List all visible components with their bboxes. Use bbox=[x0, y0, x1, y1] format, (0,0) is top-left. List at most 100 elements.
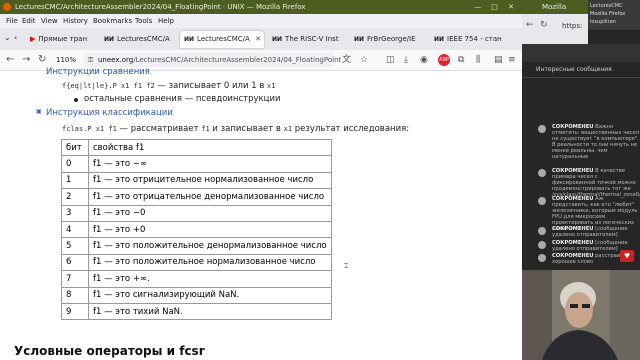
lock-icon: ⚿ bbox=[88, 56, 94, 64]
tab-riscv[interactable]: ИИ The RISC-V Inst bbox=[268, 31, 346, 48]
tab-lectures-1[interactable]: ИИ LecturesCMC/A bbox=[100, 31, 176, 48]
avatar bbox=[538, 227, 546, 235]
url-text: uneex.org/LecturesCMC/ArchitectureAssemb… bbox=[98, 56, 342, 64]
close-tab-icon[interactable]: ✕ bbox=[255, 31, 261, 48]
table-row: 0 f1 — это −∞ bbox=[61, 155, 332, 173]
table-cell: 8 bbox=[61, 286, 89, 304]
translate-icon[interactable]: 文 bbox=[342, 53, 351, 67]
table-cell: 4 bbox=[61, 220, 89, 239]
reload-icon[interactable]: ↻ bbox=[540, 20, 548, 30]
fclass-line: fclas.P x1 f1 — рассматривает f1 и запис… bbox=[62, 124, 410, 134]
avatar bbox=[538, 125, 546, 133]
chat-message: СОКРОМЕНЕU [сообщение удалено отправител… bbox=[522, 226, 640, 238]
extensions-icon[interactable]: ⧉ bbox=[458, 53, 464, 67]
table-cell: 7 bbox=[61, 270, 89, 288]
table-cell: 1 bbox=[61, 171, 89, 190]
table-cell: f1 — это положительное нормализованное ч… bbox=[88, 253, 332, 272]
list-icon: ▣ bbox=[36, 108, 42, 115]
bullet-dot bbox=[74, 98, 78, 102]
table-cell: 2 bbox=[61, 188, 89, 206]
firefox-icon bbox=[3, 3, 11, 11]
title-bar: LecturesCMC/ArchitectureAssembler2024/04… bbox=[0, 0, 522, 14]
downloads-icon[interactable]: ⤓ bbox=[404, 53, 408, 67]
fclass-table: бит свойства f1 0 f1 — это −∞ 1 f1 — это о… bbox=[61, 138, 332, 321]
table-cell: f1 — это тихий NaN. bbox=[88, 302, 332, 321]
menu-bar: File Edit View History Bookmarks Tools H… bbox=[0, 14, 522, 28]
table-cell: f1 — это сигнализирующий NaN. bbox=[88, 286, 332, 304]
heart-icon[interactable]: ♥ bbox=[620, 250, 634, 262]
side-url[interactable]: https: bbox=[562, 22, 582, 30]
window-title: LecturesCMC/ArchitectureAssembler2024/04… bbox=[15, 3, 306, 11]
compare-instructions-link[interactable]: Инструкции сравнения bbox=[46, 67, 150, 77]
side-nav-bar: ← ↻ https: bbox=[522, 14, 588, 44]
tab-label: LecturesCMC/A bbox=[117, 35, 170, 43]
tab-frbrgeorge[interactable]: ИИ FrBrGeorge/IE bbox=[350, 31, 426, 48]
reload-icon[interactable]: ↻ bbox=[38, 53, 46, 67]
tab-label: Прямые тран bbox=[38, 35, 88, 43]
table-cell: 9 bbox=[61, 302, 89, 321]
chat-header: Интересные сообщения bbox=[522, 62, 640, 78]
table-row: 6 f1 — это положительное нормализованное … bbox=[61, 253, 332, 272]
table-cell: 3 bbox=[61, 204, 89, 222]
wiki-icon: ИИ bbox=[184, 36, 195, 43]
tab-youtube[interactable]: ▶ Прямые тран bbox=[26, 31, 96, 48]
adblock-icon[interactable]: ABP bbox=[438, 54, 450, 66]
mouse-cursor-icon: ⌶ bbox=[344, 262, 349, 270]
table-cell: 6 bbox=[61, 253, 89, 272]
tab-ieee754[interactable]: ИИ IEEE 754 - стан bbox=[430, 31, 512, 48]
classify-instruction-link[interactable]: Инструкция классификации bbox=[46, 108, 173, 118]
menu-help[interactable]: Help bbox=[158, 14, 174, 28]
side-tab-preview[interactable]: LecturesCMC Mozilla Firefox losupiliran bbox=[588, 0, 640, 30]
table-cell: f1 — это отрицательное денормализованное… bbox=[88, 188, 332, 206]
chat-message: СОКРОМЕНЕU В качестве примера чисел с фи… bbox=[522, 168, 640, 198]
table-row: 7 f1 — это +∞. bbox=[61, 270, 332, 288]
menu-tools[interactable]: Tools bbox=[135, 14, 152, 28]
menu-bookmarks[interactable]: Bookmarks bbox=[93, 14, 132, 28]
table-row: 9 f1 — это тихий NaN. bbox=[61, 302, 332, 321]
chat-message: СОКРОМЕНЕU Важно отметить: вещественных … bbox=[522, 124, 640, 160]
back-icon[interactable]: ← bbox=[6, 53, 14, 67]
tab-scroll-left-icon[interactable]: ‹ bbox=[14, 33, 17, 42]
table-row: 5 f1 — это положительное денормализованно… bbox=[61, 237, 332, 255]
webcam-video bbox=[522, 270, 640, 360]
pocket-icon[interactable]: ◫ bbox=[386, 53, 395, 67]
table-cell: 5 bbox=[61, 237, 89, 255]
sidebar-icon[interactable]: ▤ bbox=[494, 53, 503, 67]
avatar bbox=[538, 169, 546, 177]
tab-label: FrBrGeorge/IE bbox=[367, 35, 416, 43]
tab-bar: ⌄ ‹ ▶ Прямые тран ИИ LecturesCMC/A ИИ Lectu… bbox=[0, 28, 522, 51]
table-cell: f1 — это положительное денормализованное… bbox=[88, 237, 332, 255]
table-header-cell: бит bbox=[61, 138, 89, 157]
wiki-icon: ИИ bbox=[272, 36, 283, 43]
forward-icon[interactable]: → bbox=[22, 53, 30, 67]
menu-file[interactable]: File bbox=[6, 14, 18, 28]
firefox-window: LecturesCMC/ArchitectureAssembler2024/04… bbox=[0, 0, 522, 360]
table-cell: f1 — это +0 bbox=[88, 220, 332, 239]
account-icon[interactable]: ◉ bbox=[420, 53, 428, 67]
comparisons-note: остальные сравнения — псевдоинструкции bbox=[84, 94, 281, 104]
wiki-icon: ИИ bbox=[354, 36, 365, 43]
url-bar[interactable]: ⚿ uneex.org/LecturesCMC/ArchitectureAsse… bbox=[84, 53, 341, 67]
table-row: 4 f1 — это +0 bbox=[61, 220, 332, 239]
table-cell: f1 — это −0 bbox=[88, 204, 332, 222]
window-controls[interactable]: — □ ✕ bbox=[474, 0, 518, 14]
zoom-level[interactable]: 110% bbox=[56, 53, 76, 67]
table-cell: f1 — это +∞. bbox=[88, 270, 332, 288]
menu-view[interactable]: View bbox=[41, 14, 58, 28]
menu-history[interactable]: History bbox=[63, 14, 88, 28]
table-header-cell: свойства f1 bbox=[88, 138, 332, 157]
tab-label: IEEE 754 - стан bbox=[447, 35, 502, 43]
table-cell: f1 — это отрицительное нормализованное ч… bbox=[88, 171, 332, 190]
library-icon[interactable]: ⫼ bbox=[476, 53, 480, 67]
avatar bbox=[538, 254, 546, 262]
wiki-icon: ИИ bbox=[104, 36, 115, 43]
hamburger-menu-icon[interactable]: ≡ bbox=[508, 53, 516, 67]
bookmark-star-icon[interactable]: ☆ bbox=[360, 53, 368, 67]
table-cell: 0 bbox=[61, 155, 89, 173]
tab-list-icon[interactable]: ⌄ bbox=[4, 33, 11, 42]
tab-lectures-active[interactable]: ИИ LecturesCMC/A ✕ bbox=[180, 31, 264, 48]
tab-label: The RISC-V Inst bbox=[285, 35, 339, 43]
back-icon[interactable]: ← bbox=[526, 20, 534, 30]
avatar bbox=[538, 197, 546, 205]
menu-edit[interactable]: Edit bbox=[22, 14, 36, 28]
